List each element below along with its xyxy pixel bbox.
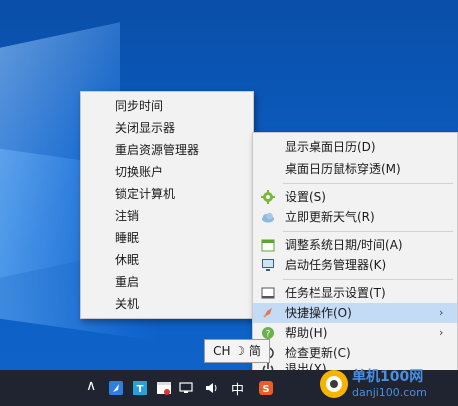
menu-item-hibernate[interactable]: 休眠 bbox=[115, 250, 139, 270]
menu-separator bbox=[283, 183, 453, 184]
gear-icon bbox=[261, 190, 275, 204]
menu-item-label: 设置(S) bbox=[285, 190, 326, 204]
watermark-logo-icon bbox=[320, 370, 348, 398]
menu-item-settings[interactable]: 设置(S) bbox=[253, 187, 457, 207]
menu-item-sleep[interactable]: 睡眠 bbox=[115, 228, 139, 248]
ime-indicator[interactable]: 中 bbox=[231, 379, 247, 398]
menu-item-update-weather[interactable]: 立即更新天气(R) bbox=[253, 207, 457, 227]
menu-item-switch-account[interactable]: 切换账户 bbox=[115, 162, 163, 182]
menu-item-help[interactable]: ? 帮助(H) › bbox=[253, 323, 457, 343]
menu-item-label: 快捷操作(O) bbox=[285, 306, 352, 320]
menu-item-lock-computer[interactable]: 锁定计算机 bbox=[115, 184, 175, 204]
menu-item-calendar-click-through[interactable]: 桌面日历鼠标穿透(M) bbox=[253, 159, 457, 179]
rocket-icon bbox=[263, 308, 272, 318]
calendar-icon bbox=[261, 239, 275, 252]
ime-tooltip: CH ☽ 简 bbox=[204, 339, 270, 363]
tray-context-menu: 显示桌面日历(D) 桌面日历鼠标穿透(M) 设置(S) 立即更新天气(R) 调整… bbox=[252, 132, 458, 372]
menu-item-taskbar-display-settings[interactable]: 任务栏显示设置(T) bbox=[253, 283, 457, 303]
watermark-title: 单机100网 bbox=[352, 369, 424, 385]
svg-text:S: S bbox=[262, 384, 269, 395]
menu-item-label: 任务栏显示设置(T) bbox=[285, 286, 386, 300]
menu-item-turn-off-display[interactable]: 关闭显示器 bbox=[115, 118, 175, 138]
volume-icon[interactable] bbox=[204, 380, 220, 396]
network-icon[interactable] bbox=[178, 380, 194, 396]
menu-item-label: 启动任务管理器(K) bbox=[285, 258, 387, 272]
cloud-icon bbox=[262, 212, 274, 223]
menu-item-label: 帮助(H) bbox=[285, 326, 328, 340]
menu-item-label: 立即更新天气(R) bbox=[285, 210, 375, 224]
quick-actions-submenu: 同步时间 关闭显示器 重启资源管理器 切换账户 锁定计算机 注销 睡眠 休眠 重… bbox=[80, 91, 254, 319]
submenu-arrow-icon: › bbox=[439, 306, 444, 319]
monitor-icon bbox=[262, 259, 274, 271]
svg-text:T: T bbox=[137, 384, 144, 395]
feather-app-icon[interactable] bbox=[108, 380, 124, 396]
watermark-url: danji100.com bbox=[352, 386, 427, 399]
menu-item-label: 显示桌面日历(D) bbox=[285, 140, 376, 154]
help-icon: ? bbox=[262, 327, 274, 340]
menu-item-quick-actions[interactable]: 快捷操作(O) › bbox=[253, 303, 457, 323]
menu-separator bbox=[283, 231, 453, 232]
menu-item-restart-explorer[interactable]: 重启资源管理器 bbox=[115, 140, 199, 160]
show-hidden-icons-chevron[interactable]: ∧ bbox=[86, 378, 102, 394]
menu-item-shutdown[interactable]: 关机 bbox=[115, 294, 139, 314]
menu-item-sign-out[interactable]: 注销 bbox=[115, 206, 139, 226]
text-app-icon[interactable]: T bbox=[132, 380, 148, 396]
taskbar-icon bbox=[261, 287, 275, 299]
svg-text:?: ? bbox=[266, 330, 271, 340]
menu-item-sync-time[interactable]: 同步时间 bbox=[115, 96, 163, 116]
menu-item-label: 调整系统日期/时间(A) bbox=[285, 238, 403, 252]
calendar-tray-icon[interactable] bbox=[156, 380, 172, 396]
submenu-arrow-icon: › bbox=[439, 326, 444, 339]
sogou-input-icon[interactable]: S bbox=[258, 380, 274, 396]
site-watermark: 单机100网 danji100.com bbox=[318, 364, 458, 406]
menu-item-label: 桌面日历鼠标穿透(M) bbox=[285, 162, 401, 176]
menu-item-show-desktop-calendar[interactable]: 显示桌面日历(D) bbox=[253, 137, 457, 157]
menu-item-adjust-date-time[interactable]: 调整系统日期/时间(A) bbox=[253, 235, 457, 255]
menu-item-task-manager[interactable]: 启动任务管理器(K) bbox=[253, 255, 457, 275]
menu-item-restart[interactable]: 重启 bbox=[115, 272, 139, 292]
menu-separator bbox=[283, 279, 453, 280]
